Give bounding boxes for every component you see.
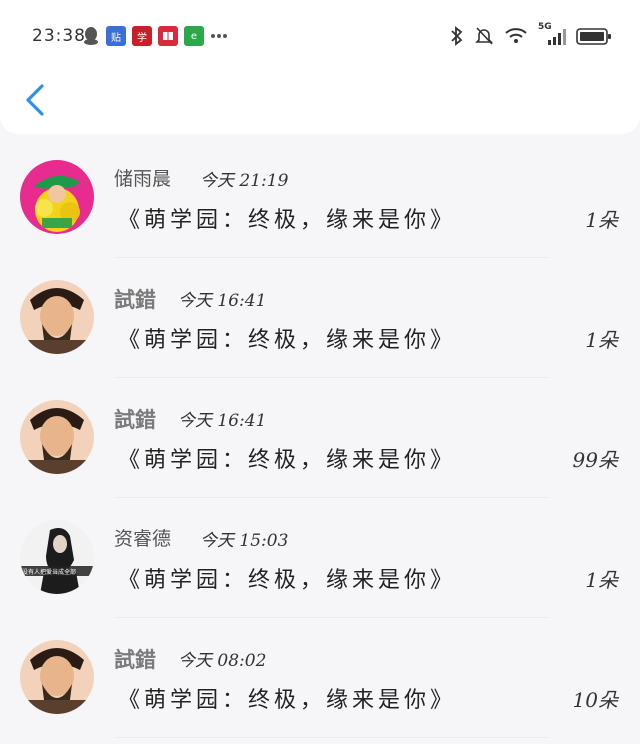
tieba-icon: 贴 [106, 26, 126, 46]
battery-icon [576, 28, 611, 45]
message-title: 《萌学园：终极，缘来是你》 [118, 328, 457, 353]
header-card: 23:38 贴 学 e 5G [0, 0, 640, 134]
sender-name: 試錯 [114, 288, 156, 312]
signal-icon: 5G [538, 22, 566, 46]
avatar [20, 640, 94, 714]
status-time: 23:38 [32, 26, 86, 46]
list-item[interactable]: 試錯 今天 16:41 《萌学园：终极，缘来是你》 99朵 [0, 378, 640, 498]
avatar: 没有人把爱当成全部 [20, 520, 94, 594]
avatar [20, 280, 94, 354]
system-icons: 5G [450, 22, 612, 48]
message-time: 今天 16:41 [178, 411, 267, 431]
list-item[interactable]: 試錯 今天 16:41 《萌学园：终极，缘来是你》 1朵 [0, 258, 640, 378]
book-icon [158, 26, 178, 46]
notification-icons: 贴 学 e [82, 24, 228, 48]
message-title: 《萌学园：终极，缘来是你》 [118, 208, 457, 233]
list-item[interactable]: 没有人把爱当成全部 资睿德 今天 15:03 《萌学园：终极，缘来是你》 1朵 [0, 498, 640, 618]
flower-count: 10朵 [572, 688, 618, 712]
flower-count: 1朵 [585, 568, 618, 592]
wifi-icon [505, 28, 527, 43]
message-list: 储雨晨 今天 21:19 《萌学园：终极，缘来是你》 1朵 試錯 今天 16:4… [0, 138, 640, 738]
chevron-left-icon [26, 84, 44, 116]
message-title: 《萌学园：终极，缘来是你》 [118, 688, 457, 713]
flower-count: 1朵 [585, 328, 618, 352]
message-time: 今天 15:03 [200, 531, 289, 551]
avatar [20, 400, 94, 474]
back-button[interactable] [18, 78, 58, 122]
divider [114, 737, 550, 738]
message-title: 《萌学园：终极，缘来是你》 [118, 568, 457, 593]
more-dots-icon [211, 34, 227, 38]
list-item[interactable]: 試錯 今天 08:02 《萌学园：终极，缘来是你》 10朵 [0, 618, 640, 738]
status-bar: 23:38 贴 学 e 5G [0, 20, 640, 52]
sender-name: 资睿德 [114, 528, 172, 550]
message-time: 今天 21:19 [200, 171, 289, 191]
bluetooth-icon [451, 26, 463, 46]
message-time: 今天 08:02 [178, 651, 267, 671]
sender-name: 储雨晨 [114, 168, 172, 190]
avatar-caption: 没有人把爱当成全部 [22, 569, 77, 576]
message-title: 《萌学园：终极，缘来是你》 [118, 448, 457, 473]
flower-count: 99朵 [572, 448, 618, 472]
sender-name: 試錯 [114, 648, 156, 672]
flower-count: 1朵 [585, 208, 618, 232]
wechat-icon: e [184, 26, 204, 46]
mute-icon [475, 27, 493, 45]
list-item[interactable]: 储雨晨 今天 21:19 《萌学园：终极，缘来是你》 1朵 [0, 138, 640, 258]
qq-icon [84, 27, 98, 45]
avatar [20, 160, 94, 234]
app-icon: 学 [132, 26, 152, 46]
sender-name: 試錯 [114, 408, 156, 432]
message-time: 今天 16:41 [178, 291, 267, 311]
